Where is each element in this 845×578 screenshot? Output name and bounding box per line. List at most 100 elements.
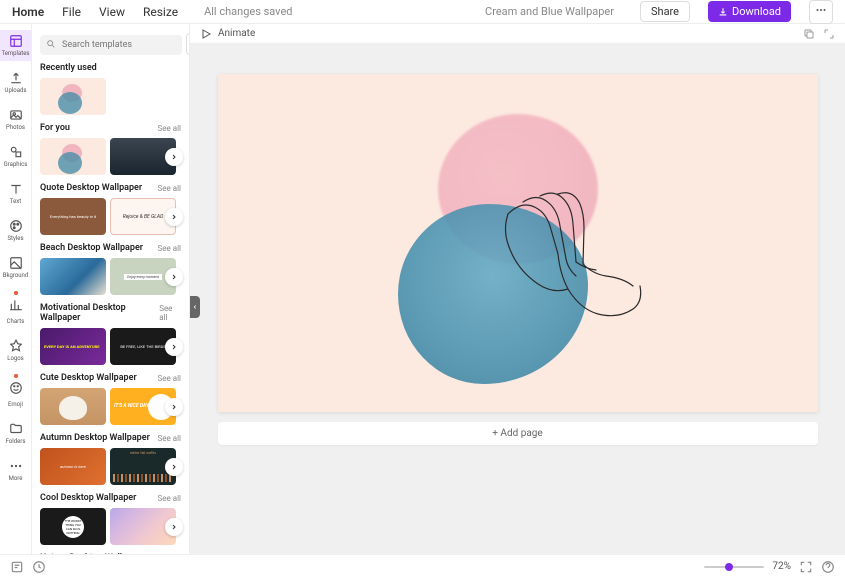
panel-collapse-button[interactable] — [190, 296, 200, 318]
text-icon — [9, 182, 23, 196]
see-all-link[interactable]: See all — [158, 124, 181, 133]
sidebar-item-folders[interactable]: Folders — [0, 418, 31, 449]
sidebar-label: Styles — [7, 235, 23, 242]
section-title-foryou: For you — [40, 123, 70, 133]
add-page-button[interactable]: + Add page — [218, 422, 818, 445]
thumb-text: THE WORST THING YOU CAN DO IS NOTHING — [64, 519, 82, 535]
chevron-right-icon — [170, 403, 178, 411]
canvas-scroll[interactable]: + Add page — [190, 44, 845, 554]
document-title[interactable]: Cream and Blue Wallpaper — [485, 5, 614, 18]
carousel-next-button[interactable] — [165, 518, 183, 536]
menu-file[interactable]: File — [62, 5, 81, 19]
sidebar-label: Charts — [7, 318, 25, 325]
zoom-value[interactable]: 72% — [772, 561, 791, 572]
carousel-next-button[interactable] — [165, 268, 183, 286]
uploads-icon — [9, 71, 23, 85]
thumb-text: winter fall outfits — [113, 451, 173, 455]
notes-button[interactable] — [10, 560, 24, 574]
carousel-next-button[interactable] — [165, 398, 183, 416]
object-panel-sidebar: Templates Uploads Photos Graphics Text S… — [0, 24, 32, 554]
see-all-link[interactable]: See all — [159, 304, 181, 322]
menu-resize[interactable]: Resize — [143, 5, 178, 19]
search-input[interactable] — [40, 35, 182, 55]
see-all-link[interactable]: See all — [158, 244, 181, 253]
animate-button[interactable]: Animate — [218, 28, 255, 39]
carousel-next-button[interactable] — [165, 338, 183, 356]
download-icon — [718, 7, 728, 17]
sidebar-item-text[interactable]: Text — [0, 178, 31, 209]
canvas-page[interactable] — [218, 74, 818, 412]
sidebar-item-emoji[interactable]: Emoji — [0, 372, 31, 412]
more-menu-button[interactable] — [809, 0, 833, 24]
thumb-text: Everything has beauty in it — [46, 214, 100, 219]
sidebar-item-photos[interactable]: Photos — [0, 104, 31, 135]
see-all-link[interactable]: See all — [158, 434, 181, 443]
save-status: All changes saved — [204, 5, 292, 18]
styles-icon — [9, 219, 23, 233]
template-thumb[interactable]: EVERY DAY IS AN ADVENTURE — [40, 328, 106, 365]
carousel-next-button[interactable] — [165, 458, 183, 476]
help-button[interactable] — [821, 560, 835, 574]
thumb-text: autumn is here — [60, 464, 86, 469]
chevron-right-icon — [170, 463, 178, 471]
duration-button[interactable] — [32, 560, 46, 574]
template-thumb[interactable] — [40, 258, 106, 295]
see-all-link[interactable]: See all — [158, 554, 181, 555]
zoom-slider[interactable] — [704, 566, 764, 568]
section-title-beach: Beach Desktop Wallpaper — [40, 243, 143, 253]
sidebar-label: Text — [10, 198, 21, 205]
template-thumb[interactable] — [40, 78, 106, 115]
sidebar-label: Bkground — [3, 272, 29, 279]
expand-page-icon[interactable] — [823, 28, 835, 40]
chevron-right-icon — [170, 343, 178, 351]
section-title-motivational: Motivational Desktop Wallpaper — [40, 303, 159, 323]
filter-button[interactable] — [186, 33, 190, 55]
menu-home[interactable]: Home — [12, 5, 44, 19]
sidebar-item-graphics[interactable]: Graphics — [0, 141, 31, 172]
charts-icon — [9, 298, 23, 312]
sidebar-item-background[interactable]: Bkground — [0, 252, 31, 283]
emoji-icon — [9, 381, 23, 395]
template-thumb[interactable]: Everything has beauty in it — [40, 198, 106, 235]
section-title-cool: Cool Desktop Wallpaper — [40, 493, 136, 503]
carousel-next-button[interactable] — [165, 148, 183, 166]
section-title-nature: Nature Desktop Wallpaper — [40, 553, 145, 554]
fullscreen-button[interactable] — [799, 560, 813, 574]
help-icon — [821, 560, 835, 574]
sidebar-item-templates[interactable]: Templates — [0, 30, 31, 61]
new-badge-dot — [14, 374, 18, 378]
sidebar-item-styles[interactable]: Styles — [0, 215, 31, 246]
copy-page-icon[interactable] — [803, 28, 815, 40]
sidebar-item-more[interactable]: More — [0, 455, 31, 486]
sidebar-item-charts[interactable]: Charts — [0, 289, 31, 329]
see-all-link[interactable]: See all — [158, 374, 181, 383]
template-thumb[interactable]: THE WORST THING YOU CAN DO IS NOTHING — [40, 508, 106, 545]
sidebar-item-logos[interactable]: Logos — [0, 335, 31, 366]
search-icon — [46, 39, 56, 49]
bottom-toolbar: 72% — [0, 554, 845, 578]
animate-icon — [200, 28, 212, 40]
menu-view[interactable]: View — [99, 5, 125, 19]
template-thumb[interactable] — [40, 138, 106, 175]
photos-icon — [9, 108, 23, 122]
zoom-slider-knob[interactable] — [725, 563, 733, 571]
chevron-right-icon — [170, 153, 178, 161]
sidebar-label: Templates — [1, 50, 29, 57]
notes-icon — [10, 560, 24, 574]
more-horizontal-icon — [815, 4, 827, 16]
download-button[interactable]: Download — [708, 1, 791, 22]
template-thumb[interactable]: autumn is here — [40, 448, 106, 485]
see-all-link[interactable]: See all — [158, 184, 181, 193]
carousel-next-button[interactable] — [165, 208, 183, 226]
see-all-link[interactable]: See all — [158, 494, 181, 503]
graphics-icon — [9, 145, 23, 159]
chevron-right-icon — [170, 213, 178, 221]
section-title-autumn: Autumn Desktop Wallpaper — [40, 433, 150, 443]
template-thumb[interactable] — [40, 388, 106, 425]
canvas-area: Animate — [190, 24, 845, 554]
sidebar-item-uploads[interactable]: Uploads — [0, 67, 31, 98]
sidebar-label: More — [9, 475, 23, 482]
section-title-quote: Quote Desktop Wallpaper — [40, 183, 142, 193]
share-button[interactable]: Share — [640, 1, 690, 22]
canvas-toolbar: Animate — [190, 24, 845, 44]
